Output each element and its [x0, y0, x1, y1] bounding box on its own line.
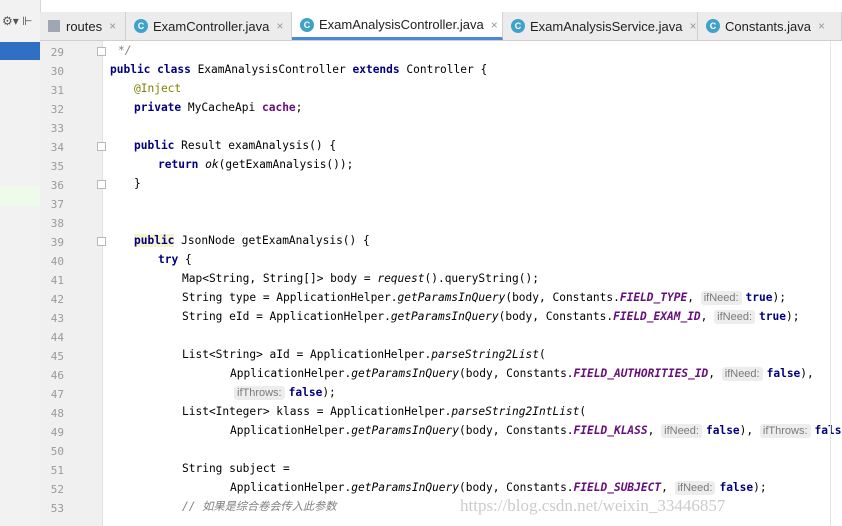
hide-panel-icon[interactable]: ⊩: [22, 14, 32, 28]
line-number: 35: [50, 160, 64, 173]
close-icon[interactable]: ×: [491, 18, 498, 32]
code-line: private MyCacheApi cache;: [134, 101, 303, 114]
close-icon[interactable]: ×: [276, 19, 283, 33]
line-number: 51: [50, 464, 64, 477]
tab-exam-controller[interactable]: C ExamController.java ×: [126, 12, 292, 40]
class-icon: C: [300, 17, 314, 32]
line-number: 45: [50, 350, 64, 363]
line-number-gutter[interactable]: 29 30 31 32 33 34 35 36 37 38 39 40 41 4…: [40, 41, 106, 526]
line-number: 37: [50, 198, 64, 211]
line-number: 48: [50, 407, 64, 420]
fold-marker-icon[interactable]: [97, 237, 106, 246]
watermark: https://blog.csdn.net/weixin_33446857: [460, 496, 726, 515]
code-line: ApplicationHelper.getParamsInQuery(body,…: [230, 424, 842, 438]
tab-exam-analysis-controller[interactable]: C ExamAnalysisController.java ×: [292, 12, 503, 40]
code-line: // 如果是综合卷会传入此参数: [182, 500, 337, 513]
project-tool-strip: ⚙▾ ⊩: [0, 0, 41, 526]
code-line: List<String> aId = ApplicationHelper.par…: [182, 348, 546, 361]
param-hint: ifNeed:: [714, 310, 756, 324]
code-line: String eId = ApplicationHelper.getParams…: [182, 310, 800, 324]
code-line: public JsonNode getExamAnalysis() {: [134, 234, 370, 247]
line-number: 30: [50, 65, 64, 78]
param-hint: ifNeed:: [674, 481, 716, 495]
code-line: public class ExamAnalysisController exte…: [110, 63, 488, 76]
line-number: 41: [50, 274, 64, 287]
param-hint: ifThrows:: [759, 424, 811, 438]
tab-constants[interactable]: C Constants.java ×: [698, 12, 842, 40]
fold-marker-icon[interactable]: [97, 180, 106, 189]
tab-routes[interactable]: routes ×: [40, 12, 126, 40]
line-number: 53: [50, 502, 64, 515]
code-line: return ok(getExamAnalysis());: [158, 158, 354, 171]
settings-icon[interactable]: ⚙▾: [2, 14, 19, 28]
line-number: 36: [50, 179, 64, 192]
close-icon[interactable]: ×: [689, 19, 696, 33]
line-number: 38: [50, 217, 64, 230]
line-number: 50: [50, 445, 64, 458]
line-number: 33: [50, 122, 64, 135]
code-line: ApplicationHelper.getParamsInQuery(body,…: [230, 481, 767, 495]
line-number: 42: [50, 293, 64, 306]
selected-tree-item[interactable]: [0, 42, 40, 60]
right-margin-guide: [830, 41, 831, 526]
line-number: 43: [50, 312, 64, 325]
code-line: String type = ApplicationHelper.getParam…: [182, 291, 786, 305]
tab-label: ExamController.java: [153, 18, 270, 34]
line-number: 47: [50, 388, 64, 401]
line-number: 49: [50, 426, 64, 439]
file-icon: [48, 20, 60, 32]
code-line: @Inject: [134, 82, 182, 95]
fold-marker-icon[interactable]: [97, 47, 106, 56]
line-number: 34: [50, 141, 64, 154]
line-number: 52: [50, 483, 64, 496]
code-line: String subject =: [182, 462, 290, 475]
param-hint: ifNeed:: [700, 291, 742, 305]
code-line: ApplicationHelper.getParamsInQuery(body,…: [230, 367, 814, 381]
line-number: 31: [50, 84, 64, 97]
class-icon: C: [706, 19, 720, 33]
param-hint: ifNeed:: [721, 367, 763, 381]
fold-marker-icon[interactable]: [97, 142, 106, 151]
code-line: ifThrows: false);: [234, 383, 336, 402]
line-number: 29: [50, 46, 64, 59]
param-hint: ifThrows:: [234, 386, 285, 400]
tab-label: ExamAnalysisController.java: [319, 17, 484, 32]
class-icon: C: [511, 19, 525, 33]
line-number: 44: [50, 331, 64, 344]
line-number: 39: [50, 236, 64, 249]
tab-exam-analysis-service[interactable]: C ExamAnalysisService.java ×: [503, 12, 698, 40]
code-line: Map<String, String[]> body = request().q…: [182, 272, 539, 285]
tab-label: routes: [66, 18, 103, 34]
code-line: try {: [158, 253, 192, 266]
editor-tab-bar: routes × C ExamController.java × C ExamA…: [40, 12, 842, 41]
line-number: 40: [50, 255, 64, 268]
close-icon[interactable]: ×: [818, 19, 825, 33]
highlighted-tree-item[interactable]: [0, 186, 40, 206]
tab-label: ExamAnalysisService.java: [530, 18, 683, 34]
code-line: }: [134, 177, 141, 190]
class-icon: C: [134, 19, 148, 33]
code-line: List<Integer> klass = ApplicationHelper.…: [182, 405, 587, 418]
line-number: 32: [50, 103, 64, 116]
line-number: 46: [50, 369, 64, 382]
param-hint: ifNeed:: [661, 424, 702, 438]
close-icon[interactable]: ×: [109, 19, 116, 33]
code-line: */: [118, 44, 132, 57]
code-editor[interactable]: */ public class ExamAnalysisController e…: [110, 41, 842, 526]
tab-label: Constants.java: [725, 18, 811, 34]
code-line: public Result examAnalysis() {: [134, 139, 337, 152]
